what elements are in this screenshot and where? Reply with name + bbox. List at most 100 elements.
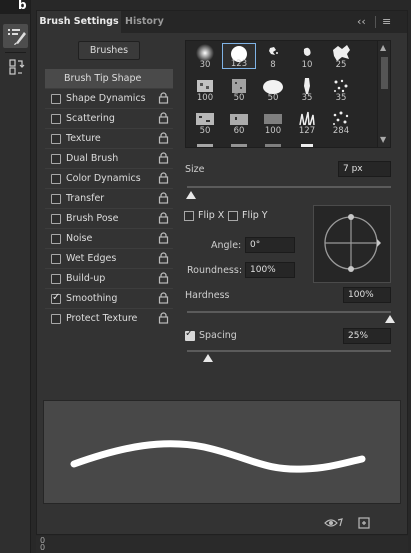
lock-icon[interactable]	[158, 132, 169, 144]
brushes-button[interactable]: Brushes	[78, 41, 140, 60]
brush-preset[interactable]	[188, 142, 222, 147]
brush-preset[interactable]: 35	[324, 76, 358, 103]
brush-preset[interactable]	[256, 142, 290, 147]
preset-size: 30	[199, 60, 211, 70]
hardness-slider-knob[interactable]	[385, 315, 395, 323]
option-scattering[interactable]: Scattering	[45, 109, 173, 128]
tool-strip: b	[0, 0, 31, 553]
lock-icon[interactable]	[158, 152, 169, 164]
smoothing-checkbox[interactable]	[51, 292, 61, 304]
spacing-slider-track[interactable]	[187, 350, 391, 352]
angle-roundness-widget[interactable]	[313, 205, 391, 283]
create-new-brush-icon[interactable]	[357, 516, 371, 530]
flip-y-label: Flip Y	[242, 210, 268, 221]
scroll-up-icon[interactable]: ▲	[380, 43, 386, 52]
option-protect-texture[interactable]: Protect Texture	[45, 309, 173, 328]
option-label: Shape Dynamics	[66, 93, 146, 104]
option-brush-pose[interactable]: Brush Pose	[45, 209, 173, 228]
option-label: Dual Brush	[66, 153, 119, 164]
roundness-field[interactable]: 100%	[245, 262, 295, 278]
option-brush-tip-shape[interactable]: Brush Tip Shape	[45, 69, 173, 88]
brush-preset[interactable]: 10	[290, 43, 324, 70]
collapse-icon[interactable]: ‹‹	[357, 15, 366, 28]
option-label: Color Dynamics	[66, 173, 141, 184]
angle-field[interactable]: 0°	[245, 237, 295, 253]
build-up-checkbox[interactable]	[51, 274, 61, 284]
transfer-checkbox[interactable]	[51, 194, 61, 204]
brush-preset[interactable]: 50	[188, 109, 222, 136]
brush-preset[interactable]: 35	[290, 76, 324, 103]
brush-preset[interactable]: 50	[256, 76, 290, 103]
texture-checkbox[interactable]	[51, 134, 61, 144]
wet-edges-checkbox[interactable]	[51, 254, 61, 264]
brush-preset-selected[interactable]: 123	[222, 43, 256, 69]
flip-y-checkbox[interactable]	[228, 211, 238, 221]
option-transfer[interactable]: Transfer	[45, 189, 173, 208]
protect-texture-checkbox[interactable]	[51, 314, 61, 324]
lock-icon[interactable]	[158, 172, 169, 184]
preset-size: 25	[335, 60, 347, 70]
scrollbar-thumb[interactable]	[381, 57, 388, 89]
brush-preset[interactable]: 127	[290, 109, 324, 136]
option-wet-edges[interactable]: Wet Edges	[45, 249, 173, 268]
lock-icon[interactable]	[158, 292, 169, 304]
partial-brush-icon	[301, 144, 313, 147]
option-shape-dynamics[interactable]: Shape Dynamics	[45, 89, 173, 108]
option-noise[interactable]: Noise	[45, 229, 173, 248]
brush-preset[interactable]: 25	[324, 43, 358, 70]
scroll-down-icon[interactable]: ▼	[380, 135, 386, 144]
option-label: Wet Edges	[66, 253, 117, 264]
tool-strip-top-label: b	[18, 0, 27, 12]
toggle-live-tip-preview-icon[interactable]	[324, 516, 344, 530]
option-color-dynamics[interactable]: Color Dynamics	[45, 169, 173, 188]
preset-size: 284	[332, 126, 350, 136]
brush-preset[interactable]: 50	[222, 76, 256, 103]
brush-preset[interactable]: 100	[188, 76, 222, 103]
size-field[interactable]: 7 px	[338, 161, 391, 177]
brush-preset[interactable]: 60	[222, 109, 256, 136]
color-dynamics-checkbox[interactable]	[51, 174, 61, 184]
brush-settings-toggle-button[interactable]	[3, 24, 28, 48]
scattering-checkbox[interactable]	[51, 114, 61, 124]
tab-brush-settings[interactable]: Brush Settings	[37, 11, 121, 33]
panel-menu-icon[interactable]: ≡	[382, 15, 391, 28]
stroke-preview-curve	[70, 440, 366, 473]
size-slider-knob[interactable]	[186, 191, 196, 199]
spacing-slider-knob[interactable]	[203, 354, 213, 362]
lock-icon[interactable]	[158, 252, 169, 264]
brush-stroke-preview	[43, 400, 401, 504]
noise-checkbox[interactable]	[51, 234, 61, 244]
lock-icon[interactable]	[158, 92, 169, 104]
option-build-up[interactable]: Build-up	[45, 269, 173, 288]
option-texture[interactable]: Texture	[45, 129, 173, 148]
hardness-field[interactable]: 100%	[343, 287, 391, 303]
brush-pose-checkbox[interactable]	[51, 214, 61, 224]
lock-icon[interactable]	[158, 192, 169, 204]
preset-size: 100	[264, 126, 282, 136]
lock-icon[interactable]	[158, 312, 169, 324]
brush-preset[interactable]	[290, 142, 324, 147]
shape-dynamics-checkbox[interactable]	[51, 94, 61, 104]
clone-source-button[interactable]	[3, 55, 28, 79]
tab-history[interactable]: History	[125, 11, 164, 33]
spacing-checkbox[interactable]	[185, 328, 195, 341]
brush-preset[interactable]: 30	[188, 43, 222, 70]
lock-icon[interactable]	[158, 112, 169, 124]
size-slider-track[interactable]	[187, 186, 391, 188]
brush-preset[interactable]: 8	[256, 43, 290, 70]
panel-header: Brush Settings History ‹‹ ≡	[37, 11, 407, 33]
spacing-field[interactable]: 25%	[343, 328, 391, 344]
brush-preset[interactable]	[222, 142, 256, 147]
option-dual-brush[interactable]: Dual Brush	[45, 149, 173, 168]
option-smoothing[interactable]: Smoothing	[45, 289, 173, 308]
brush-preset[interactable]: 100	[256, 109, 290, 136]
flip-x-checkbox[interactable]	[184, 211, 194, 221]
lock-icon[interactable]	[158, 272, 169, 284]
dual-brush-checkbox[interactable]	[51, 154, 61, 164]
hardness-slider-track[interactable]	[187, 311, 391, 313]
preset-scrollbar[interactable]: ▲ ▼	[377, 41, 390, 147]
brush-preset[interactable]: 284	[324, 109, 358, 136]
option-label: Texture	[66, 133, 101, 144]
lock-icon[interactable]	[158, 212, 169, 224]
lock-icon[interactable]	[158, 232, 169, 244]
